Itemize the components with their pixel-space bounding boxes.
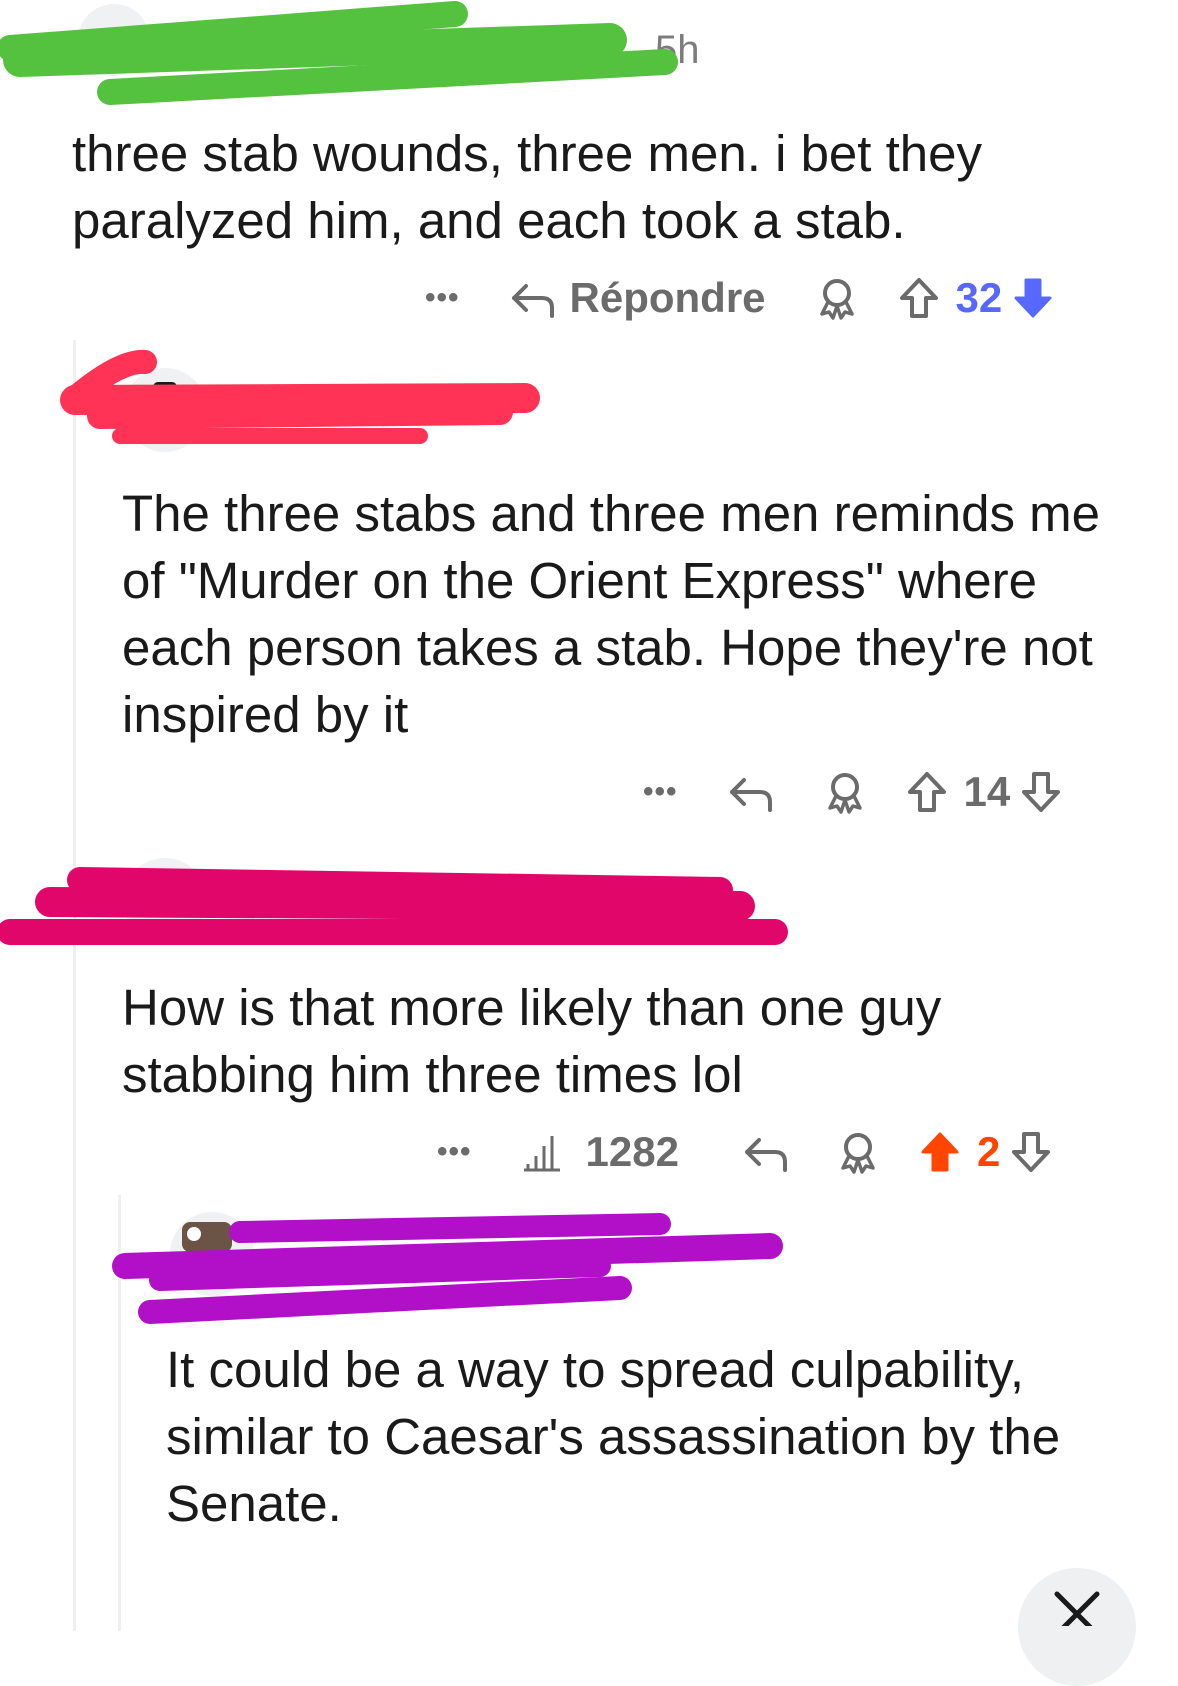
comment-action-bar: ••• Répondre 32 bbox=[425, 268, 1054, 328]
more-options-button[interactable]: ••• bbox=[437, 1135, 472, 1169]
award-button[interactable] bbox=[816, 276, 858, 320]
avatar[interactable] bbox=[123, 858, 207, 942]
vote-score: 32 bbox=[955, 274, 1003, 321]
comment-action-bar: ••• 1282 2 bbox=[437, 1122, 1052, 1182]
downvote-icon bbox=[1010, 1130, 1052, 1174]
award-icon bbox=[816, 276, 858, 320]
comment-body: How is that more likely than one guy sta… bbox=[122, 979, 942, 1103]
upvote-button[interactable] bbox=[919, 1130, 961, 1174]
comment-timestamp: 5h bbox=[655, 28, 700, 72]
close-icon bbox=[1049, 1586, 1105, 1626]
thread-line-level-2[interactable] bbox=[118, 1195, 121, 1631]
upvote-icon bbox=[919, 1130, 961, 1174]
comment-action-bar: ••• 14 bbox=[643, 762, 1062, 822]
comment-body: The three stabs and three men reminds me… bbox=[122, 485, 1100, 743]
upvote-button[interactable] bbox=[898, 276, 940, 320]
reply-icon bbox=[728, 772, 776, 812]
more-icon: ••• bbox=[643, 775, 678, 808]
vote-score: 2 bbox=[976, 1128, 1001, 1175]
downvote-button[interactable] bbox=[1020, 770, 1062, 814]
reply-label: Répondre bbox=[569, 274, 766, 321]
upvote-icon bbox=[898, 276, 940, 320]
downvote-button[interactable] bbox=[1012, 276, 1054, 320]
award-button[interactable] bbox=[837, 1130, 879, 1174]
close-button[interactable] bbox=[1018, 1568, 1136, 1686]
reply-icon bbox=[743, 1132, 791, 1172]
thread-line-level-1[interactable] bbox=[73, 340, 76, 1631]
comment-body: three stab wounds, three men. i bet they… bbox=[72, 125, 983, 249]
more-options-button[interactable]: ••• bbox=[425, 281, 460, 315]
views-icon bbox=[520, 1132, 564, 1172]
downvote-icon bbox=[1020, 770, 1062, 814]
more-icon: ••• bbox=[425, 281, 460, 314]
view-count: 1282 bbox=[585, 1128, 679, 1175]
avatar[interactable] bbox=[123, 368, 207, 452]
downvote-icon bbox=[1012, 276, 1054, 320]
views-stat: 1282 bbox=[520, 1128, 679, 1176]
comment-body: It could be a way to spread culpability,… bbox=[166, 1341, 1061, 1532]
more-icon: ••• bbox=[437, 1135, 472, 1168]
avatar[interactable] bbox=[78, 4, 150, 76]
downvote-button[interactable] bbox=[1010, 1130, 1052, 1174]
redaction-scribble-username bbox=[0, 867, 788, 945]
award-icon bbox=[824, 770, 866, 814]
upvote-button[interactable] bbox=[906, 770, 948, 814]
award-button[interactable] bbox=[824, 770, 866, 814]
reply-button[interactable] bbox=[728, 772, 776, 812]
upvote-icon bbox=[906, 770, 948, 814]
reply-button[interactable] bbox=[743, 1132, 791, 1172]
avatar[interactable] bbox=[170, 1212, 254, 1296]
reply-button[interactable]: Répondre bbox=[510, 274, 766, 322]
vote-score: 14 bbox=[963, 768, 1011, 815]
reply-icon bbox=[510, 278, 558, 318]
award-icon bbox=[837, 1130, 879, 1174]
more-options-button[interactable]: ••• bbox=[643, 775, 678, 809]
